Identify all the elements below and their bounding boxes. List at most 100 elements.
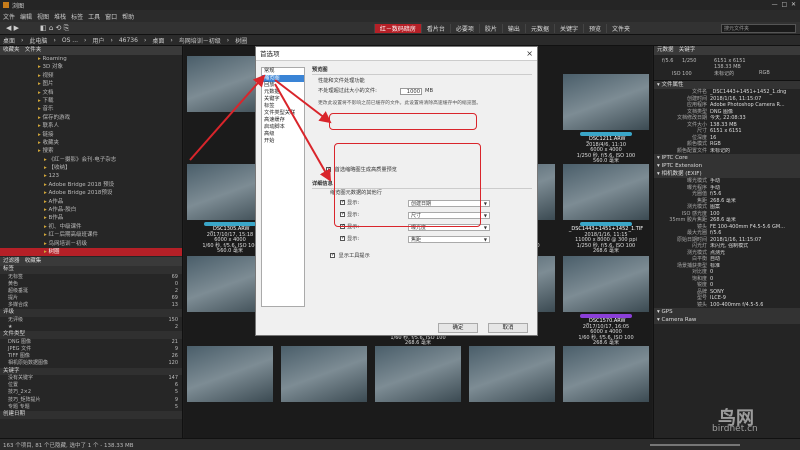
workspace-tab[interactable]: 红－数码暗房 [373, 24, 421, 33]
filter-row[interactable]: 相机原始数据图像 120 [0, 360, 182, 367]
folder-tree-item[interactable]: ▸ 文档 [0, 89, 182, 97]
ok-button[interactable]: 确定 [438, 323, 478, 333]
folder-tree-item[interactable]: ▸ 图片 [0, 80, 182, 88]
folder-tree-item[interactable]: ▸ 收藏夹 [0, 139, 182, 147]
workspace-tab[interactable]: 输出 [501, 24, 525, 33]
close-icon[interactable]: × [526, 49, 533, 58]
menu-item[interactable]: 标签 [71, 12, 83, 21]
folder-tree-item[interactable]: ▸ A作品-胶白 [0, 206, 182, 214]
tooltip-checkbox[interactable] [330, 252, 335, 259]
thumbnail-image[interactable] [563, 164, 649, 220]
breadcrumb-item[interactable]: 用户 [92, 36, 104, 45]
filter-row[interactable]: 多媒合成 13 [0, 302, 182, 309]
show-checkbox[interactable] [340, 235, 345, 242]
folder-tree-item[interactable]: ▸ 树圈 [0, 247, 182, 257]
folder-tree-item[interactable]: ▸ 《红－摄影》会刊·电子杂志 [0, 156, 182, 164]
filter-section-header[interactable]: 评级 [0, 309, 182, 317]
filter-section-header[interactable]: 标签 [0, 266, 182, 274]
workspace-tab[interactable]: 预览 [582, 24, 606, 33]
menu-item[interactable]: 堆栈 [54, 12, 66, 21]
window-controls[interactable]: — □ ✕ [772, 1, 796, 8]
breadcrumb-item[interactable]: 桌面 [152, 36, 164, 45]
thumbnail-cell[interactable] [372, 346, 464, 436]
metadata-section-header[interactable]: ▾ Camera Raw [654, 316, 800, 324]
folder-tree-item[interactable]: ▸ 音乐 [0, 105, 182, 113]
folder-tree-item[interactable]: ▸ 初、中级课件 [0, 223, 182, 231]
thumbnail-image[interactable] [281, 346, 367, 402]
metadata-panel-header[interactable]: 元数据 关键字 [654, 46, 800, 55]
thumbnail-cell[interactable] [184, 346, 276, 436]
folder-tree-item[interactable]: ▸ 鸟网培训－初级 [0, 240, 182, 248]
workspace-tab[interactable]: 胶片 [478, 24, 502, 33]
filter-panel-header[interactable]: 过滤器 收藏集 [0, 257, 182, 266]
thumbnail-image[interactable] [563, 74, 649, 130]
workspace-tab[interactable]: 文件夹 [605, 24, 635, 33]
folder-tree-item[interactable]: ▸ 123 [0, 172, 182, 180]
filter-section-header[interactable]: 关键字 [0, 367, 182, 376]
filter-row[interactable]: 专题 专题 5 [0, 404, 182, 411]
folder-tree-item[interactable]: ▸ A作品 [0, 198, 182, 206]
thumbnail-cell[interactable] [278, 346, 370, 436]
breadcrumb-item[interactable]: 鸟网培训－初级 [179, 36, 221, 45]
thumbnail-cell[interactable]: _DSC1211.ARW 2018/4/6, 11:10 6000 x 4000 1/… [560, 74, 652, 164]
workspace-tab[interactable]: 元数据 [524, 24, 554, 33]
thumbnail-image[interactable] [187, 346, 273, 402]
folder-tree-item[interactable]: ▸ 搜索 [0, 147, 182, 155]
filter-row[interactable]: ★ 2 [0, 324, 182, 331]
metadata-section-header[interactable]: ▾ GPS [654, 308, 800, 316]
breadcrumb-item[interactable]: 树圈 [235, 36, 247, 45]
zoom-slider[interactable] [650, 444, 740, 446]
folder-tree-item[interactable]: ▸ Roaming [0, 55, 182, 63]
thumbnail-cell[interactable] [560, 346, 652, 436]
folders-panel-header[interactable]: 收藏夹 文件夹 [0, 46, 182, 55]
filter-row[interactable]: 超级垂涎 2 [0, 288, 182, 295]
metadata-section-header[interactable]: ▾ IPTC Core [654, 154, 800, 162]
extra-meta-row[interactable]: 显示: 焦距 ▼ [340, 235, 530, 244]
filter-section-header[interactable]: 文件类型 [0, 331, 182, 339]
metadata-section-header[interactable]: ▾ 文件属性 [654, 81, 800, 89]
filter-row[interactable]: 无标签 69 [0, 274, 182, 281]
breadcrumb-item[interactable]: 46736 [119, 37, 138, 44]
thumbnail-cell[interactable] [466, 346, 558, 436]
filter-row[interactable]: 技巧_矩阵提片 9 [0, 397, 182, 404]
folder-tree-item[interactable]: ▸ 3D 对象 [0, 63, 182, 71]
metadata-section-header[interactable]: ▾ 相机数据 (EXIF) [654, 170, 800, 178]
folder-tree-item[interactable]: ▸ 红－后期高级班课件 [0, 231, 182, 239]
menu-item[interactable]: 编辑 [20, 12, 32, 21]
menu-item[interactable]: 帮助 [122, 12, 134, 21]
folder-tree-item[interactable]: ▸ 视频 [0, 72, 182, 80]
filter-row[interactable]: 技巧_2×2 5 [0, 389, 182, 396]
filter-row[interactable]: 黄色 0 [0, 281, 182, 288]
breadcrumb-item[interactable]: 此电脑 [29, 36, 47, 45]
workspace-tab[interactable]: 必要项 [449, 24, 479, 33]
menu-item[interactable]: 视图 [37, 12, 49, 21]
thumbnail-image[interactable] [375, 346, 461, 402]
menu-item[interactable]: 工具 [88, 12, 100, 21]
workspace-tab[interactable]: 关键字 [553, 24, 583, 33]
cancel-button[interactable]: 取消 [488, 323, 528, 333]
menu-item[interactable]: 窗口 [105, 12, 117, 21]
tab-keywords[interactable]: 关键字 [679, 47, 696, 53]
field-select[interactable]: 焦距 ▼ [408, 236, 490, 243]
back-icon[interactable]: ◀ ▶ [6, 24, 19, 32]
folder-tree-item[interactable]: ▸ Adobe Bridge 2018预设 [0, 189, 182, 197]
tooltip-row[interactable]: 显示工具提示 [330, 252, 370, 260]
thumbnail-cell[interactable]: _DSC1443+1451+1452_1.TIF 2018/1/16, 11:15… [560, 164, 652, 254]
tab-collections[interactable]: 收藏集 [25, 258, 42, 264]
folder-tree-item[interactable]: ▸ 【收纳】 [0, 164, 182, 172]
folder-tree-item[interactable]: ▸ B作品 [0, 214, 182, 222]
folder-tree-item[interactable]: ▸ 链接 [0, 131, 182, 139]
filter-section-header[interactable]: 创建日期 [0, 411, 182, 419]
camera-icon[interactable]: ◧ ⌂ ⟲ ⎘ [40, 24, 69, 33]
tab-favorites[interactable]: 收藏夹 [3, 47, 20, 53]
breadcrumb-item[interactable]: 桌面 [3, 36, 15, 45]
folder-tree-item[interactable]: ▸ Adobe Bridge 2018 预设 [0, 181, 182, 189]
folder-tree-item[interactable]: ▸ 保存的游戏 [0, 114, 182, 122]
filter-row[interactable]: DNG 图像 21 [0, 339, 182, 346]
metadata-section-header[interactable]: ▾ IPTC Extension [654, 162, 800, 170]
thumbnail-image[interactable] [469, 346, 555, 402]
workspace-tab[interactable]: 看片台 [420, 24, 450, 33]
tab-metadata[interactable]: 元数据 [657, 47, 674, 53]
thumbnail-image[interactable] [563, 256, 649, 312]
folder-tree-item[interactable]: ▸ 联系人 [0, 122, 182, 130]
